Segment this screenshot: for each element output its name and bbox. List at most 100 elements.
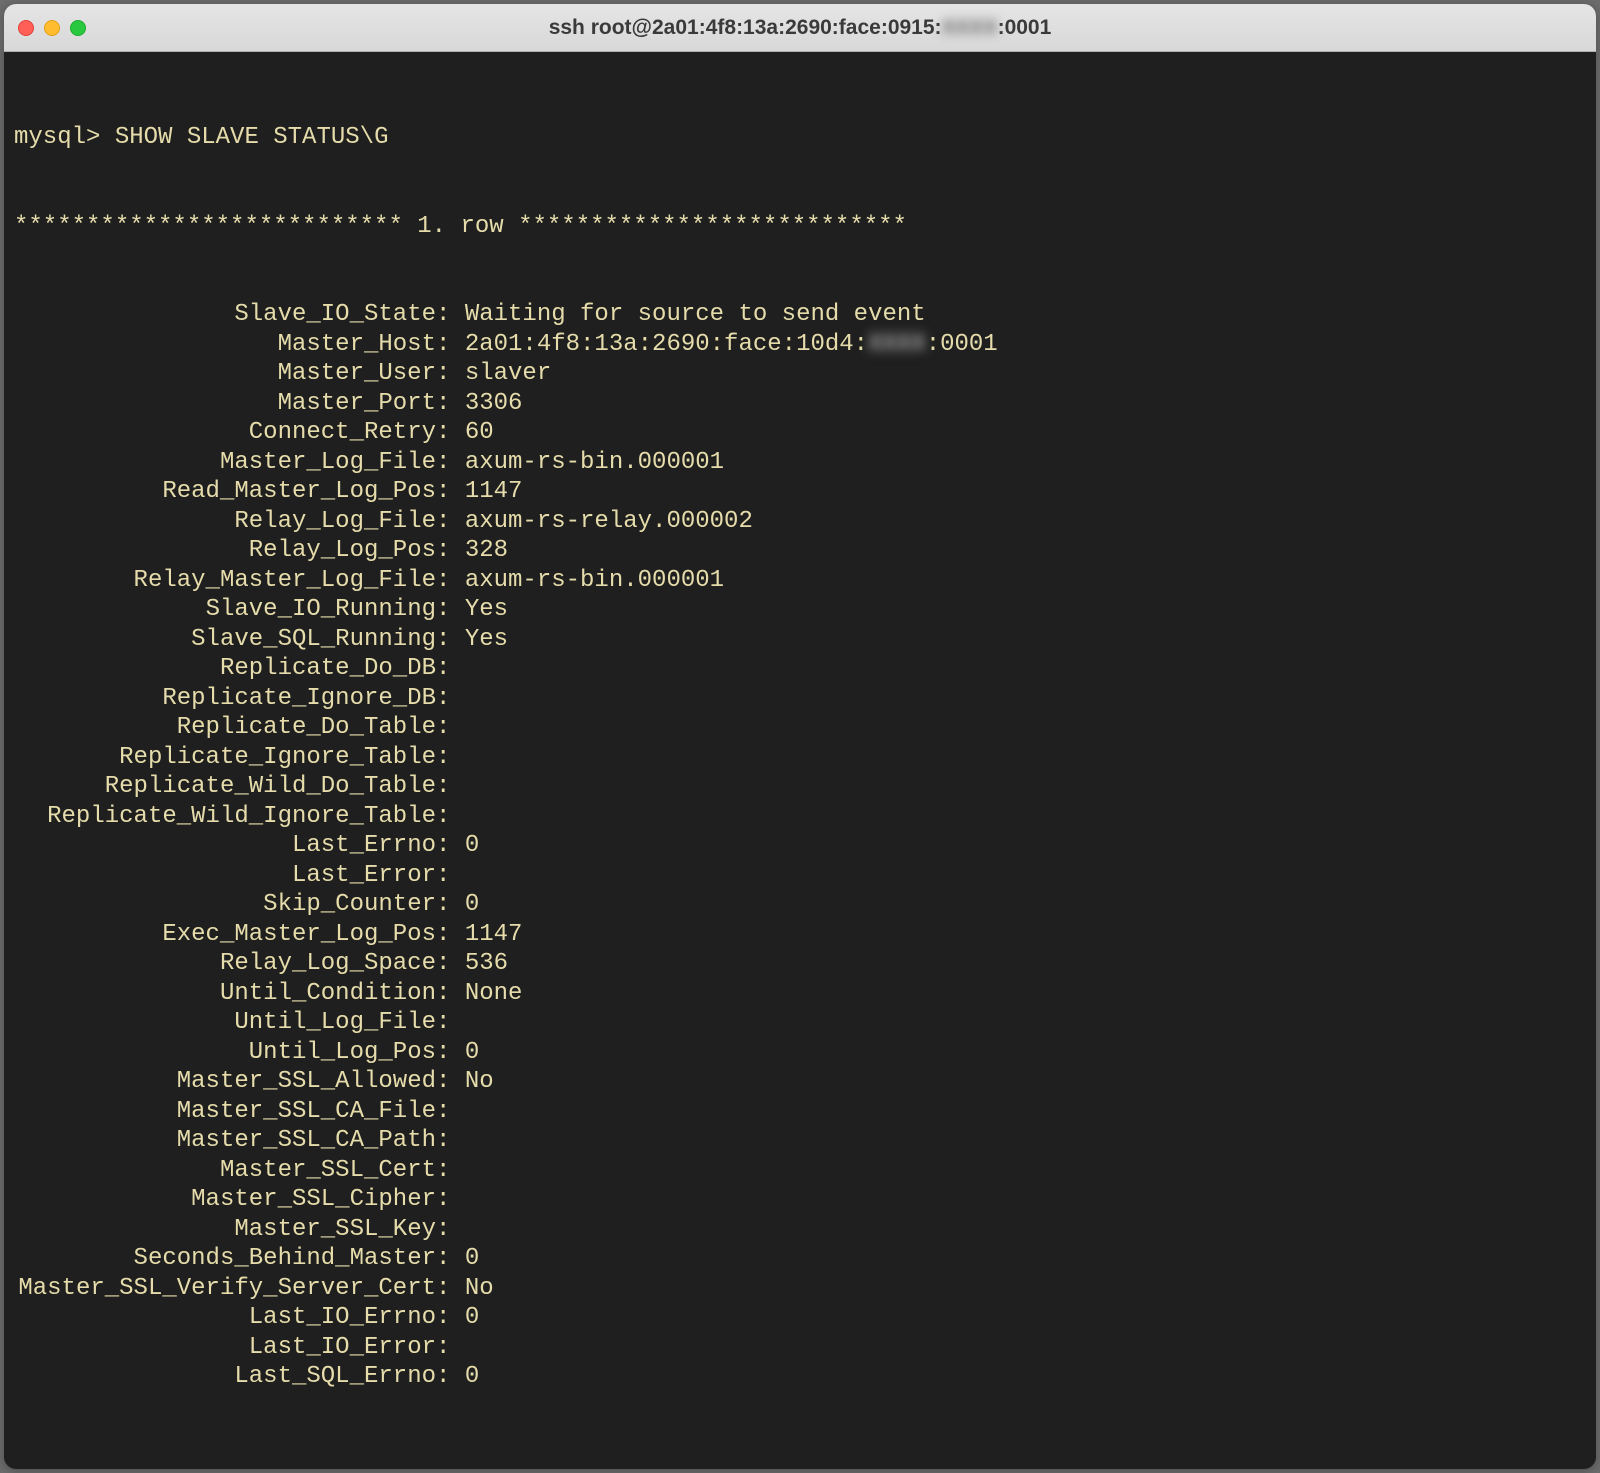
status-field: Master_SSL_Cipher: [14, 1185, 1586, 1215]
field-key: Master_SSL_Allowed [14, 1067, 436, 1097]
field-value: 0 [465, 1245, 479, 1272]
maximize-button[interactable] [70, 20, 86, 36]
separator: : [436, 1009, 465, 1036]
field-value: 0 [465, 1039, 479, 1066]
status-field: Replicate_Do_DB: [14, 654, 1586, 684]
field-value: axum-rs-bin.000001 [465, 449, 724, 476]
field-value: No [465, 1275, 494, 1302]
field-value: 1147 [465, 478, 523, 505]
separator: : [436, 301, 465, 328]
separator: : [436, 714, 465, 741]
separator: : [436, 360, 465, 387]
status-field: Replicate_Ignore_DB: [14, 684, 1586, 714]
separator: : [436, 449, 465, 476]
separator: : [436, 980, 465, 1007]
field-key: Replicate_Do_Table [14, 713, 436, 743]
field-value: 0 [465, 1363, 479, 1390]
prompt-line: mysql> SHOW SLAVE STATUS\G [14, 123, 1586, 153]
close-button[interactable] [18, 20, 34, 36]
field-key: Replicate_Do_DB [14, 654, 436, 684]
status-field: Until_Condition: None [14, 979, 1586, 1009]
field-key: Master_Port [14, 389, 436, 419]
field-key: Master_SSL_CA_File [14, 1097, 436, 1127]
separator: : [436, 891, 465, 918]
field-value: Yes [465, 626, 508, 653]
prompt: mysql> [14, 124, 100, 151]
field-value: axum-rs-relay.000002 [465, 508, 753, 535]
status-field: Replicate_Wild_Do_Table: [14, 772, 1586, 802]
field-key: Until_Condition [14, 979, 436, 1009]
separator: : [436, 626, 465, 653]
field-key: Last_IO_Error [14, 1333, 436, 1363]
status-field: Replicate_Wild_Ignore_Table: [14, 802, 1586, 832]
separator: : [436, 1039, 465, 1066]
field-key: Master_SSL_Cipher [14, 1185, 436, 1215]
field-value: 536 [465, 950, 508, 977]
separator: : [436, 331, 465, 358]
status-field: Last_IO_Errno: 0 [14, 1303, 1586, 1333]
field-key: Last_SQL_Errno [14, 1362, 436, 1392]
field-key: Replicate_Wild_Ignore_Table [14, 802, 436, 832]
row-header: *************************** 1. row *****… [14, 212, 1586, 242]
separator: : [436, 832, 465, 859]
status-field: Last_SQL_Errno: 0 [14, 1362, 1586, 1392]
status-fields: Slave_IO_State: Waiting for source to se… [14, 300, 1586, 1392]
field-key: Slave_SQL_Running [14, 625, 436, 655]
field-value: 1147 [465, 921, 523, 948]
field-value: 60 [465, 419, 494, 446]
separator: : [436, 1275, 465, 1302]
separator: : [436, 773, 465, 800]
status-field: Relay_Master_Log_File: axum-rs-bin.00000… [14, 566, 1586, 596]
field-key: Last_Error [14, 861, 436, 891]
separator: : [436, 1127, 465, 1154]
field-key: Relay_Log_File [14, 507, 436, 537]
status-field: Relay_Log_Pos: 328 [14, 536, 1586, 566]
field-key: Replicate_Ignore_Table [14, 743, 436, 773]
field-value: No [465, 1068, 494, 1095]
separator: : [436, 1216, 465, 1243]
field-key: Relay_Log_Pos [14, 536, 436, 566]
traffic-lights [18, 20, 86, 36]
minimize-button[interactable] [44, 20, 60, 36]
status-field: Read_Master_Log_Pos: 1147 [14, 477, 1586, 507]
separator: : [436, 596, 465, 623]
field-key: Slave_IO_State [14, 300, 436, 330]
field-value: 0 [465, 1304, 479, 1331]
separator: : [436, 567, 465, 594]
terminal-body[interactable]: mysql> SHOW SLAVE STATUS\G *************… [4, 52, 1596, 1469]
field-key: Master_SSL_Verify_Server_Cert [14, 1274, 436, 1304]
status-field: Master_SSL_Cert: [14, 1156, 1586, 1186]
field-key: Until_Log_Pos [14, 1038, 436, 1068]
field-key: Master_SSL_CA_Path [14, 1126, 436, 1156]
field-key: Skip_Counter [14, 890, 436, 920]
command: SHOW SLAVE STATUS\G [115, 124, 389, 151]
separator: : [436, 508, 465, 535]
status-field: Master_SSL_Key: [14, 1215, 1586, 1245]
field-value-prefix: 2a01:4f8:13a:2690:face:10d4: [465, 331, 868, 358]
field-key: Last_IO_Errno [14, 1303, 436, 1333]
terminal-window: ssh root@2a01:4f8:13a:2690:face:0915:XXX… [4, 4, 1596, 1469]
separator: : [436, 478, 465, 505]
status-field: Master_Host: 2a01:4f8:13a:2690:face:10d4… [14, 330, 1586, 360]
separator: : [436, 862, 465, 889]
field-key: Seconds_Behind_Master [14, 1244, 436, 1274]
title-redacted: XXXX [942, 16, 998, 40]
field-key: Replicate_Wild_Do_Table [14, 772, 436, 802]
status-field: Slave_IO_Running: Yes [14, 595, 1586, 625]
field-value: 328 [465, 537, 508, 564]
status-field: Master_SSL_Allowed: No [14, 1067, 1586, 1097]
status-field: Last_IO_Error: [14, 1333, 1586, 1363]
title-suffix: :0001 [998, 16, 1052, 39]
field-key: Until_Log_File [14, 1008, 436, 1038]
separator: : [436, 1186, 465, 1213]
separator: : [436, 1245, 465, 1272]
status-field: Exec_Master_Log_Pos: 1147 [14, 920, 1586, 950]
separator: : [436, 1068, 465, 1095]
status-field: Master_Port: 3306 [14, 389, 1586, 419]
field-key: Connect_Retry [14, 418, 436, 448]
status-field: Master_Log_File: axum-rs-bin.000001 [14, 448, 1586, 478]
status-field: Slave_IO_State: Waiting for source to se… [14, 300, 1586, 330]
status-field: Until_Log_Pos: 0 [14, 1038, 1586, 1068]
field-key: Master_Log_File [14, 448, 436, 478]
status-field: Last_Error: [14, 861, 1586, 891]
